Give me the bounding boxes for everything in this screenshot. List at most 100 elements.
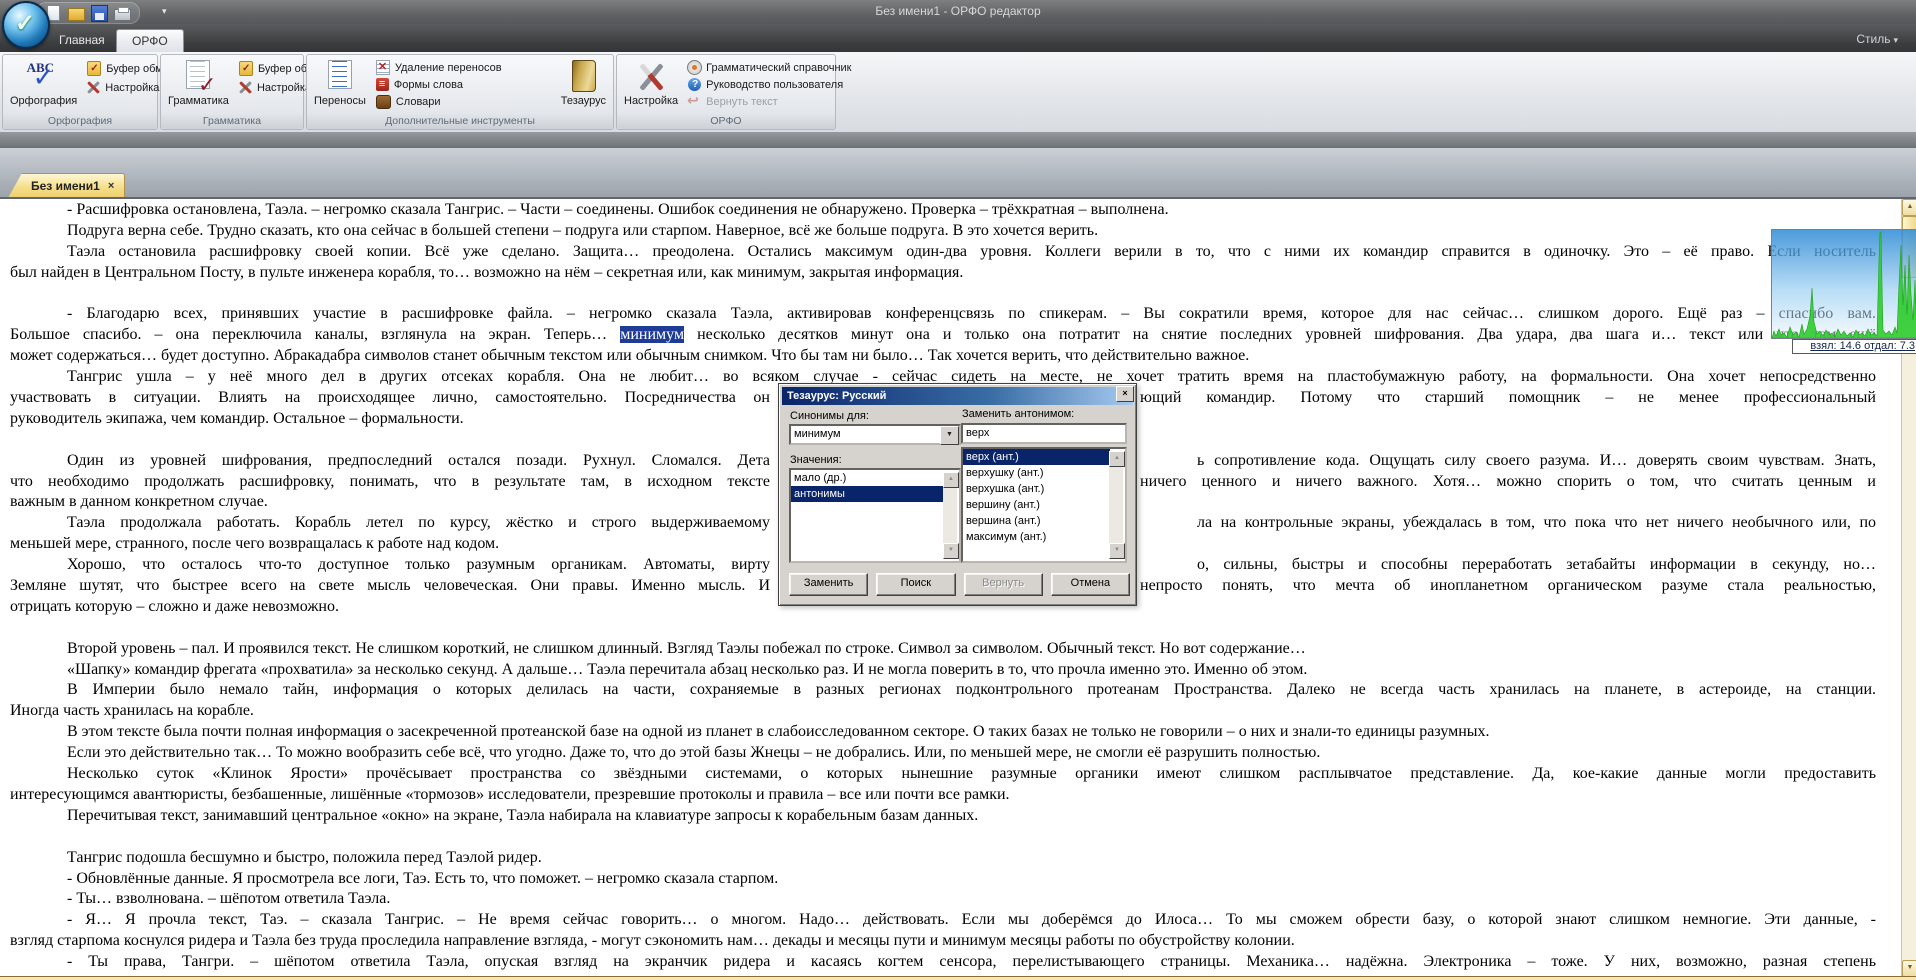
отмена-button[interactable]: Отмена xyxy=(1051,573,1130,596)
restore-text-button[interactable]: ↩ Вернуть текст xyxy=(684,94,854,109)
antonym-item[interactable]: верхушка (ант.) xyxy=(963,481,1110,497)
scroll-up-icon[interactable]: ▲ xyxy=(1109,451,1125,467)
document-tab-strip: Без имени1 × xyxy=(0,148,1916,199)
word-forms-button[interactable]: Формы слова xyxy=(372,77,555,92)
text-segment: что необходимо продолжать расшифровку, п… xyxy=(10,472,770,493)
network-monitor-widget[interactable] xyxy=(1771,229,1916,339)
grammar-button[interactable]: Грамматика xyxy=(164,57,233,112)
text-segment: Хорошо, что осталось что-то доступное то… xyxy=(10,555,770,576)
antonyms-listbox[interactable]: верх (ант.)верхушку (ант.)верхушка (ант.… xyxy=(961,447,1127,563)
вернуть-button[interactable]: Вернуть xyxy=(964,573,1043,596)
text-segment: ь сопротивление кода. Ощущать силу своег… xyxy=(1140,451,1876,472)
blank-line xyxy=(0,618,1902,639)
document-line: - Благодарю всех, принявших участие в ра… xyxy=(0,304,1902,325)
document-line: - Ты… взволнована. – шёпотом ответила Та… xyxy=(0,889,1902,910)
grammar-reference-button[interactable]: Грамматический справочник xyxy=(684,60,854,75)
close-tab-icon[interactable]: × xyxy=(108,174,114,198)
antonym-item[interactable]: максимум (ант.) xyxy=(963,529,1110,545)
scroll-up-icon[interactable]: ▲ xyxy=(1902,199,1916,216)
text-segment: Большое спасибо. – она переключила канал… xyxy=(10,326,620,343)
quick-access-toolbar xyxy=(36,2,140,24)
help-icon xyxy=(688,78,701,91)
replace-label: Заменить антонимом: xyxy=(962,408,1074,420)
synonyms-combobox[interactable]: минимум ▼ xyxy=(789,424,961,445)
tab-glavnaya[interactable]: Главная xyxy=(44,29,120,52)
scroll-up-icon[interactable]: ▲ xyxy=(943,472,959,488)
scroll-down-icon[interactable]: ▼ xyxy=(1902,960,1916,977)
antonym-item[interactable]: вершину (ант.) xyxy=(963,497,1110,513)
list-scrollbar[interactable]: ▲ ▼ xyxy=(1109,451,1123,559)
window-title: Без имени1 - ОРФО редактор xyxy=(0,4,1916,18)
dialog-title: Тезаурус: Русский xyxy=(787,390,886,402)
close-icon[interactable]: × xyxy=(1116,386,1134,402)
group-caption: Орфография xyxy=(3,114,157,129)
tools-icon xyxy=(238,80,253,95)
application-orb-button[interactable] xyxy=(2,1,50,49)
open-file-icon[interactable] xyxy=(68,8,85,21)
document-line: В Империи было немало тайн, информация о… xyxy=(0,680,1902,701)
ribbon: Орфография Буфер обмена Настройка ▾ Орфо… xyxy=(0,52,1916,132)
selected-word: минимум xyxy=(620,326,684,343)
antonym-item[interactable]: верх (ант.) xyxy=(963,449,1110,465)
document-line: Перечитывая текст, занимавший центрально… xyxy=(0,806,1902,827)
document-line: Таэла остановила расшифровку своей копии… xyxy=(0,242,1902,263)
document-line: может содержаться… будет доступно. Абрак… xyxy=(0,346,1902,367)
thesaurus-button[interactable]: Тезаурус xyxy=(557,57,610,112)
print-icon[interactable] xyxy=(114,9,131,21)
antonym-item[interactable]: вершина (ант.) xyxy=(963,513,1110,529)
поиск-button[interactable]: Поиск xyxy=(876,573,955,596)
text-segment: Один из уровней шифрования, предпоследни… xyxy=(10,451,770,472)
document-line: «Шапку» командир фрегата «прохватила» за… xyxy=(0,660,1902,681)
meanings-listbox[interactable]: мало (др.)антонимы ▲ ▼ xyxy=(789,468,961,563)
text-segment: ющий командир. Потому что старший помощн… xyxy=(1140,388,1876,409)
document-line: - Ты права, Тангри. – шёпотом ответила Т… xyxy=(0,952,1902,973)
document-line: - Расшифровка остановлена, Таэла. – негр… xyxy=(0,200,1902,221)
document-line: интересующимся авантюристы, безбашенные,… xyxy=(0,785,1902,806)
document-line: взгляд старпома коснулся ридера и Таэла … xyxy=(0,931,1902,952)
list-scrollbar[interactable]: ▲ ▼ xyxy=(943,472,957,559)
meaning-item[interactable]: антонимы xyxy=(791,486,944,502)
save-icon[interactable] xyxy=(91,5,108,22)
document-tab[interactable]: Без имени1 × xyxy=(8,173,125,198)
text-segment: несколько десятков минут она и только он… xyxy=(684,326,1876,343)
document-line: Второй уровень – пал. И проявился текст.… xyxy=(0,639,1902,660)
text-segment: участвовать в ситуации. Влиять на происх… xyxy=(10,388,770,409)
group-caption: ОРФО xyxy=(617,114,835,129)
document-line: - Обновлённые данные. Я просмотрела все … xyxy=(0,869,1902,890)
remove-hyphens-icon xyxy=(376,60,390,75)
spelling-button[interactable]: Орфография xyxy=(6,57,81,112)
remove-hyphens-button[interactable]: Удаление переносов xyxy=(372,60,555,75)
tab-orfo[interactable]: ОРФО xyxy=(116,29,184,53)
group-grammatika: Грамматика Буфер обмена Настройка Грамма… xyxy=(160,54,304,130)
meaning-item[interactable]: мало (др.) xyxy=(791,470,944,486)
thesaurus-dialog[interactable]: Тезаурус: Русский × Синонимы для: миниму… xyxy=(778,383,1137,606)
hyphenation-button[interactable]: Переносы xyxy=(310,57,370,112)
orfo-editor-window: Без имени1 - ОРФО редактор ▾ Главная ОРФ… xyxy=(0,0,1916,980)
text-segment: о, сильны, быстры и способны переработат… xyxy=(1140,555,1876,576)
text-segment: ла на контрольные экраны, убеждалась в т… xyxy=(1140,513,1876,534)
заменить-button[interactable]: Заменить xyxy=(789,573,868,596)
document-check-icon xyxy=(180,59,216,95)
horizontal-scrollbar[interactable] xyxy=(0,976,1916,980)
dialog-title-bar[interactable]: Тезаурус: Русский xyxy=(782,387,1133,405)
group-orfo: Настройка Грамматический справочник Руко… xyxy=(616,54,836,130)
network-stats-label: взял: 14.6 отдал: 7.3 xyxy=(1792,339,1916,354)
user-guide-button[interactable]: Руководство пользователя xyxy=(684,77,854,92)
dictionaries-button[interactable]: Словари xyxy=(372,94,555,110)
replace-input[interactable]: верх xyxy=(961,423,1127,444)
group-caption: Дополнительные инструменты xyxy=(307,114,613,129)
style-dropdown[interactable]: Стиль▾ xyxy=(1856,32,1898,46)
antonym-item[interactable]: верхушку (ант.) xyxy=(963,465,1110,481)
combo-dropdown-icon[interactable]: ▼ xyxy=(940,426,959,445)
title-bar: Без имени1 - ОРФО редактор ▾ xyxy=(0,0,1916,24)
scroll-down-icon[interactable]: ▼ xyxy=(943,543,959,559)
qat-customize-arrow-icon[interactable]: ▾ xyxy=(162,6,167,17)
document-line: Подруга верна себе. Трудно сказать, кто … xyxy=(0,221,1902,242)
scroll-down-icon[interactable]: ▼ xyxy=(1109,543,1125,559)
tools-icon xyxy=(86,80,101,95)
orfo-settings-button[interactable]: Настройка xyxy=(620,57,682,112)
document-line: В этом тексте была почти полная информац… xyxy=(0,722,1902,743)
document-line: Если это действительно так… То можно воо… xyxy=(0,743,1902,764)
dictionaries-icon xyxy=(376,95,391,109)
text-segment: Таэла продолжала работать. Корабль летел… xyxy=(10,513,770,534)
